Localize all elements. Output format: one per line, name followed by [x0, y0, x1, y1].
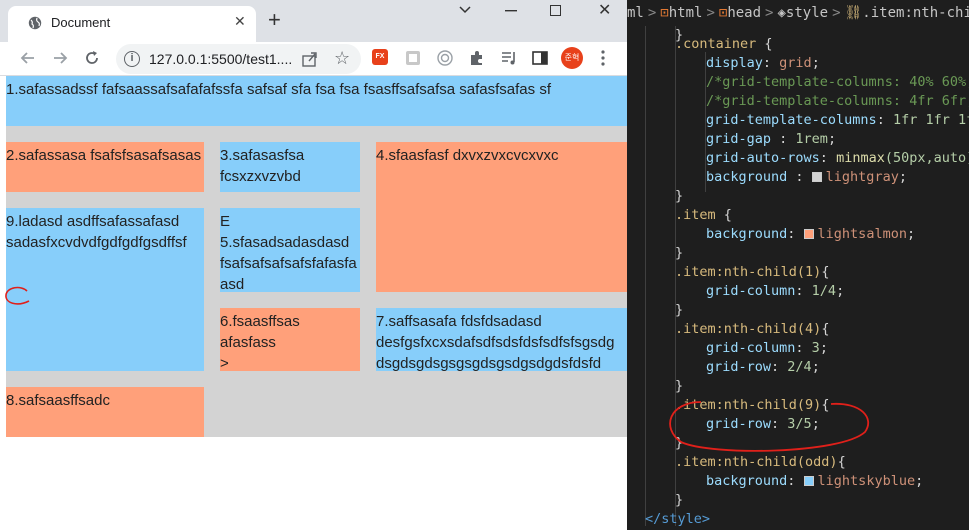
item-text: afasfass [220, 334, 276, 351]
extension-grid-icon[interactable] [404, 48, 422, 68]
item-text: dsgdsgdsgsgsgdsgsdgsdgdsfdsfd [376, 355, 602, 371]
side-panel-icon[interactable] [531, 48, 549, 68]
fx-extension-icon[interactable]: FX [372, 49, 388, 65]
browser-tab[interactable]: Document ✕ [8, 6, 256, 42]
grid-item-6: 6.fsaasffsas afasfass > [220, 308, 360, 371]
code-line: grid-row: 2/4; [706, 359, 820, 375]
indent-guide [645, 26, 646, 526]
item-text: 6.fsaasffsas [220, 313, 300, 330]
grid-item-7: 7.saffsasafa fdsfdsadasd desfgsfxcxsdafs… [376, 308, 627, 371]
grid-item-9: 9.ladasd asdffsafassafasd sadasfxcvdvdfg… [6, 208, 204, 371]
item-text: 9.ladasd asdffsafassafasd [6, 213, 180, 230]
code-line: /*grid-template-columns: 4fr 6fr;* [706, 93, 969, 109]
code-line: grid-template-columns: 1fr 1fr 1fr [706, 112, 969, 128]
code-line: .item:nth-child(odd){ [675, 454, 846, 470]
code-line: } [675, 378, 684, 394]
item-text: fcsxzxvzvbd [220, 168, 301, 185]
close-tab-icon[interactable]: ✕ [234, 13, 246, 29]
code-line: } [675, 188, 684, 204]
code-line: grid-auto-rows: minmax(50px,auto); [706, 150, 969, 166]
item-text: 1.safassadssf fafsaassafsafafafssfa safs… [6, 81, 551, 98]
item-text: fsafsafsafsafsfafasfa [220, 255, 357, 272]
code-line: grid-column: 3; [706, 340, 828, 356]
color-swatch[interactable] [803, 229, 814, 239]
code-line: } [675, 302, 684, 318]
back-arrow-icon[interactable] [18, 48, 38, 68]
item-text: 8.safsaasffsadc [6, 392, 110, 409]
grid-item-8: 8.safsaasffsadc [6, 387, 204, 437]
breadcrumb-item[interactable]: style [786, 5, 828, 21]
breadcrumb-item[interactable]: .item:nth-child(1) [862, 5, 969, 21]
code-line: background: lightskyblue; [706, 473, 924, 489]
media-control-icon[interactable] [500, 48, 518, 68]
maximize-button[interactable] [550, 5, 561, 16]
code-line: grid-column: 1/4; [706, 283, 845, 299]
grid-item-2: 2.safassasa fsafsfsasafsasas [6, 142, 204, 192]
page-viewport: 1.safassadssf fafsaassafsafafafssfa safs… [0, 76, 627, 530]
code-line: .container { [675, 36, 773, 52]
code-line: .item:nth-child(1){ [675, 264, 830, 280]
item-text: 2.safassasa fsafsfsasafsasas [6, 147, 202, 164]
forward-arrow-icon[interactable] [50, 48, 70, 68]
share-icon[interactable] [301, 50, 319, 68]
code-line: .item:nth-child(4){ [675, 321, 830, 337]
new-tab-button[interactable]: + [268, 9, 281, 31]
code-line: background: lightsalmon; [706, 226, 916, 242]
browser-window: Document ✕ + ✕ i 127.0.0.1:5500/test1...… [0, 0, 627, 530]
item-text: 5.sfasadsadasdasd [220, 234, 350, 251]
browser-toolbar: i 127.0.0.1:5500/test1.... ☆ FX 준혁 [0, 42, 627, 76]
code-line: background : lightgray; [706, 169, 907, 185]
url-text[interactable]: 127.0.0.1:5500/test1.... [149, 51, 292, 67]
item-text: > [220, 355, 229, 371]
target-extension-icon[interactable] [436, 48, 454, 68]
code-line: .item { [675, 207, 732, 223]
code-line: display: grid; [706, 55, 820, 71]
annotation-ellipse [669, 401, 870, 452]
code-line: grid-gap : 1rem; [706, 131, 837, 147]
item-text: desfgsfxcxsdafsdfsdsfdsfsdfsfsgsdg [376, 334, 615, 351]
reload-icon[interactable] [82, 48, 102, 68]
code-editor: ml>⊡html>⊡head>◈style>⛓.item:nth-child(1… [627, 0, 969, 530]
item-text: 4.sfaasfasf dxvxzvxcvcxvxc [376, 147, 559, 164]
minimize-button[interactable] [505, 10, 517, 12]
info-icon[interactable]: i [124, 51, 140, 67]
window-close-button[interactable]: ✕ [598, 0, 611, 20]
grid-item-4: 4.sfaasfasf dxvxzvxcvcxvxc [376, 142, 627, 292]
annotation-circle [5, 286, 30, 305]
color-swatch[interactable] [803, 476, 814, 486]
item-text: 3.safasasfsa [220, 147, 305, 164]
chevron-down-icon[interactable] [458, 2, 472, 18]
code-line: /*grid-template-columns: 40% 60%;* [706, 74, 969, 90]
grid-container: 1.safassadssf fafsaassafsafafafssfa safs… [6, 76, 627, 437]
code-line: } [675, 492, 684, 508]
breadcrumb-item[interactable]: head [727, 5, 761, 21]
code-line: </style> [645, 511, 711, 527]
address-bar[interactable]: i 127.0.0.1:5500/test1.... ☆ [116, 44, 361, 74]
tab-strip: Document ✕ + ✕ [0, 0, 627, 42]
profile-avatar[interactable]: 준혁 [561, 47, 583, 69]
item-text: E [220, 213, 231, 230]
more-menu-icon[interactable] [596, 48, 610, 68]
color-swatch[interactable] [811, 172, 822, 182]
grid-item-3: 3.safasasfsa fcsxzxvzvbd [220, 142, 360, 192]
code-line: } [675, 245, 684, 261]
item-text: asd [220, 276, 245, 292]
breadcrumb-item[interactable]: html [669, 5, 703, 21]
globe-icon [28, 16, 42, 30]
grid-item-5: E 5.sfasadsadasdasd fsafsafsafsafsfafasf… [220, 208, 360, 292]
tab-title: Document [51, 15, 111, 30]
item-text: sadasfxcvdvdfgdfgdfgsdffsf [6, 234, 187, 251]
breadcrumb-item[interactable]: ml [627, 5, 644, 21]
bookmark-star-icon[interactable]: ☆ [334, 48, 350, 69]
puzzle-icon[interactable] [468, 48, 486, 68]
breadcrumb: ml>⊡html>⊡head>◈style>⛓.item:nth-child(1… [627, 0, 969, 26]
item-text: 7.saffsasafa fdsfdsadasd [376, 313, 542, 330]
grid-item-1: 1.safassadssf fafsaassafsafafafssfa safs… [6, 76, 627, 126]
